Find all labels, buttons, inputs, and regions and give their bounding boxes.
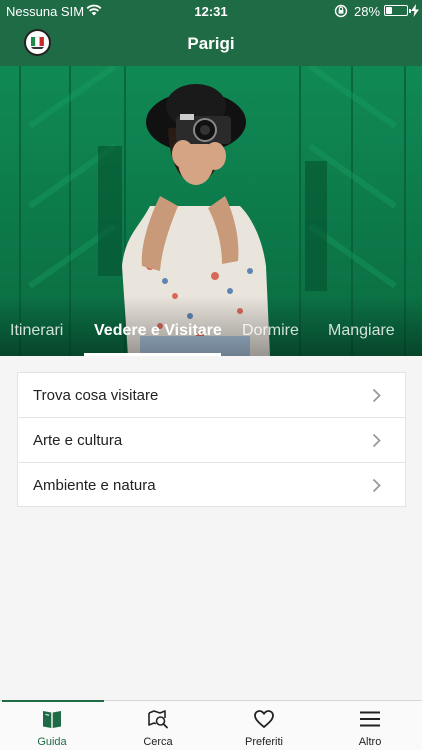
hero-banner: Itinerari Vedere e Visitare Dormire Mang… (0, 66, 422, 356)
tab-label: Preferiti (245, 736, 283, 748)
tab-dormire[interactable]: Dormire (242, 322, 299, 340)
list-item-label: Trova cosa visitare (33, 387, 159, 404)
battery-icon (384, 5, 411, 16)
tab-altro[interactable]: Altro (318, 701, 422, 750)
nav-bar: Parigi (0, 22, 422, 66)
list-item-trova-cosa-visitare[interactable]: Trova cosa visitare (18, 373, 405, 418)
page-title: Parigi (187, 34, 235, 53)
tab-vedere-e-visitare[interactable]: Vedere e Visitare (94, 322, 222, 340)
bottom-tab-bar: Guida Cerca Preferiti Altro (0, 700, 422, 750)
tab-cerca[interactable]: Cerca (106, 701, 210, 750)
tab-preferiti[interactable]: Preferiti (212, 701, 316, 750)
chevron-right-icon (372, 433, 381, 448)
menu-icon (360, 711, 380, 727)
list-item-arte-e-cultura[interactable]: Arte e cultura (18, 418, 405, 463)
rotation-lock-icon (334, 4, 348, 18)
chevron-right-icon (372, 478, 381, 493)
active-tab-indicator (84, 353, 221, 356)
search-map-icon (148, 710, 168, 729)
book-icon (43, 711, 61, 728)
tab-itinerari[interactable]: Itinerari (10, 322, 63, 340)
battery-percent: 28% (354, 4, 381, 19)
tab-guida[interactable]: Guida (0, 701, 104, 750)
tab-label: Altro (358, 736, 382, 748)
chevron-right-icon (372, 388, 381, 403)
tab-label: Guida (37, 736, 67, 748)
heart-icon (254, 710, 274, 728)
tab-mangiare[interactable]: Mangiare (328, 322, 395, 340)
list-item-label: Arte e cultura (33, 432, 123, 449)
list-item-label: Ambiente e natura (33, 477, 156, 494)
category-tabs: Itinerari Vedere e Visitare Dormire Mang… (0, 308, 422, 356)
category-menu: Trova cosa visitare Arte e cultura Ambie… (17, 372, 406, 507)
charging-icon (411, 4, 419, 17)
app-header: Nessuna SIM 12:31 28% Parigi (0, 0, 422, 66)
tab-label: Cerca (143, 736, 173, 748)
status-bar: Nessuna SIM 12:31 28% (0, 0, 422, 22)
list-item-ambiente-e-natura[interactable]: Ambiente e natura (18, 463, 405, 508)
